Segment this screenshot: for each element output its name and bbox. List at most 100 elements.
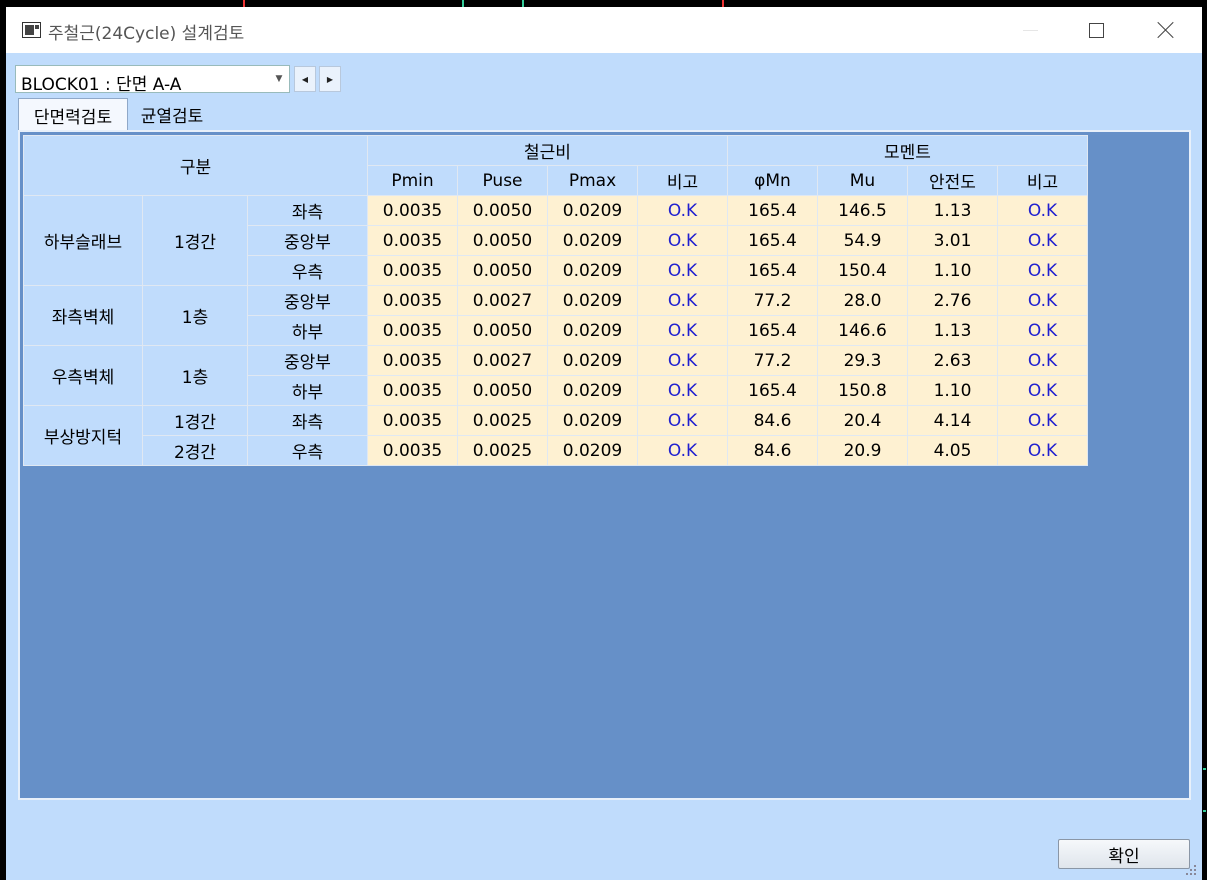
column-header: 안전도 xyxy=(907,165,998,196)
status-cell: O.K xyxy=(997,255,1088,286)
status-cell: O.K xyxy=(637,435,728,466)
next-section-button[interactable]: ▶ xyxy=(319,66,341,92)
position-label: 하부 xyxy=(247,315,368,346)
member-label: 좌측벽체 xyxy=(23,285,143,346)
column-header: Pmax xyxy=(547,165,638,196)
value-cell: 29.3 xyxy=(817,345,908,376)
results-table: 구분 철근비 모멘트 Pmin Puse Pmax 비고 φMn Mu 안전도 비고 하부슬래… xyxy=(23,135,1088,466)
value-cell: 0.0209 xyxy=(547,315,638,346)
column-header: Mu xyxy=(817,165,908,196)
value-cell: 0.0035 xyxy=(367,405,458,436)
header-category: 구분 xyxy=(23,135,368,196)
value-cell: 20.4 xyxy=(817,405,908,436)
confirm-button[interactable]: 확인 xyxy=(1058,839,1190,869)
value-cell: 146.5 xyxy=(817,195,908,226)
background-marker xyxy=(243,0,245,7)
close-icon xyxy=(1157,21,1175,39)
value-cell: 0.0050 xyxy=(457,375,548,406)
minimize-icon xyxy=(1022,29,1038,31)
previous-section-button[interactable]: ◀ xyxy=(294,66,316,92)
span-label: 1경간 xyxy=(142,195,248,286)
value-cell: 0.0035 xyxy=(367,375,458,406)
value-cell: 77.2 xyxy=(727,345,818,376)
span-label: 1층 xyxy=(142,285,248,346)
window-title: 주철근(24Cycle) 설계검토 xyxy=(48,24,245,44)
table-row[interactable]: 부상방지턱 1경간 좌측 0.0035 0.0025 0.0209 O.K 84.6 20.4 4… xyxy=(23,405,1088,466)
value-cell: 20.9 xyxy=(817,435,908,466)
background-strip xyxy=(0,0,1207,7)
value-cell: 0.0035 xyxy=(367,225,458,256)
span-label: 2경간 xyxy=(142,435,248,466)
background-marker xyxy=(1203,810,1206,812)
position-label: 중앙부 xyxy=(247,345,368,376)
background-marker xyxy=(522,0,524,7)
background-marker xyxy=(462,0,464,7)
status-cell: O.K xyxy=(997,315,1088,346)
maximize-icon xyxy=(1088,22,1104,38)
table-row[interactable]: 하부슬래브 1경간 좌측 0.0035 0.0050 0.0209 O.K 165.4 146.… xyxy=(23,195,1088,286)
value-cell: 150.4 xyxy=(817,255,908,286)
chevron-down-icon[interactable]: ▼ xyxy=(272,70,286,88)
value-cell: 0.0209 xyxy=(547,405,638,436)
tab-crack-review[interactable]: 균열검토 xyxy=(132,98,212,128)
background-strip-right xyxy=(1202,0,1207,880)
value-cell: 0.0209 xyxy=(547,255,638,286)
value-cell: 0.0050 xyxy=(457,315,548,346)
status-cell: O.K xyxy=(997,375,1088,406)
value-cell: 1.10 xyxy=(907,375,998,406)
value-cell: 0.0025 xyxy=(457,435,548,466)
position-label: 하부 xyxy=(247,375,368,406)
table-row[interactable]: 좌측벽체 1층 중앙부 0.0035 0.0027 0.0209 O.K 77.2 28.0 2.… xyxy=(23,285,1088,346)
status-cell: O.K xyxy=(637,315,728,346)
table-row[interactable]: 2경간 우측 0.0035 0.0025 0.0209 O.K 84.6 20.9 4.05 O.… xyxy=(24,435,1088,466)
value-cell: 0.0050 xyxy=(457,255,548,286)
value-cell: 0.0035 xyxy=(367,195,458,226)
value-cell: 1.13 xyxy=(907,315,998,346)
span-label: 1경간 xyxy=(142,405,248,436)
position-label: 중앙부 xyxy=(247,285,368,316)
tab-section-force-review[interactable]: 단면력검토 xyxy=(18,98,128,130)
value-cell: 2.63 xyxy=(907,345,998,376)
dialog-window: 주철근(24Cycle) 설계검토 BLOCK01 : 단면 A-A ▼ ◀ ▶… xyxy=(6,7,1202,880)
section-select-value: BLOCK01 : 단면 A-A xyxy=(21,75,182,95)
position-label: 좌측 xyxy=(247,195,368,226)
maximize-button[interactable] xyxy=(1068,7,1124,53)
column-header: φMn xyxy=(727,165,818,196)
table-body: 하부슬래브 1경간 좌측 0.0035 0.0050 0.0209 O.K 165.4 146.… xyxy=(23,195,1088,466)
value-cell: 0.0035 xyxy=(367,345,458,376)
column-header: Puse xyxy=(457,165,548,196)
table-row[interactable]: 우측벽체 1층 중앙부 0.0035 0.0027 0.0209 O.K 77.2 29.3 2.… xyxy=(23,345,1088,406)
status-cell: O.K xyxy=(997,435,1088,466)
background-marker xyxy=(1203,768,1206,770)
close-button[interactable] xyxy=(1138,7,1194,53)
status-cell: O.K xyxy=(637,255,728,286)
minimize-button[interactable] xyxy=(1002,7,1058,53)
status-cell: O.K xyxy=(637,225,728,256)
value-cell: 4.05 xyxy=(907,435,998,466)
value-cell: 54.9 xyxy=(817,225,908,256)
section-select[interactable]: BLOCK01 : 단면 A-A ▼ xyxy=(15,65,290,95)
triangle-right-icon: ▶ xyxy=(326,74,334,84)
title-bar[interactable]: 주철근(24Cycle) 설계검토 xyxy=(6,7,1202,53)
value-cell: 165.4 xyxy=(727,225,818,256)
value-cell: 150.8 xyxy=(817,375,908,406)
value-cell: 0.0209 xyxy=(547,195,638,226)
value-cell: 0.0209 xyxy=(547,375,638,406)
member-label: 하부슬래브 xyxy=(23,195,143,286)
value-cell: 0.0035 xyxy=(367,315,458,346)
value-cell: 165.4 xyxy=(727,195,818,226)
column-header: 비고 xyxy=(637,165,728,196)
status-cell: O.K xyxy=(997,285,1088,316)
status-cell: O.K xyxy=(637,345,728,376)
value-cell: 0.0035 xyxy=(367,255,458,286)
value-cell: 0.0025 xyxy=(457,405,548,436)
value-cell: 165.4 xyxy=(727,255,818,286)
results-panel: 구분 철근비 모멘트 Pmin Puse Pmax 비고 φMn Mu 안전도 비고 하부슬래… xyxy=(18,130,1191,800)
value-cell: 0.0035 xyxy=(367,435,458,466)
position-label: 중앙부 xyxy=(247,225,368,256)
app-icon xyxy=(22,22,41,38)
position-label: 우측 xyxy=(247,255,368,286)
status-cell: O.K xyxy=(997,345,1088,376)
status-cell: O.K xyxy=(997,195,1088,226)
resize-grip-icon[interactable] xyxy=(1186,865,1198,877)
